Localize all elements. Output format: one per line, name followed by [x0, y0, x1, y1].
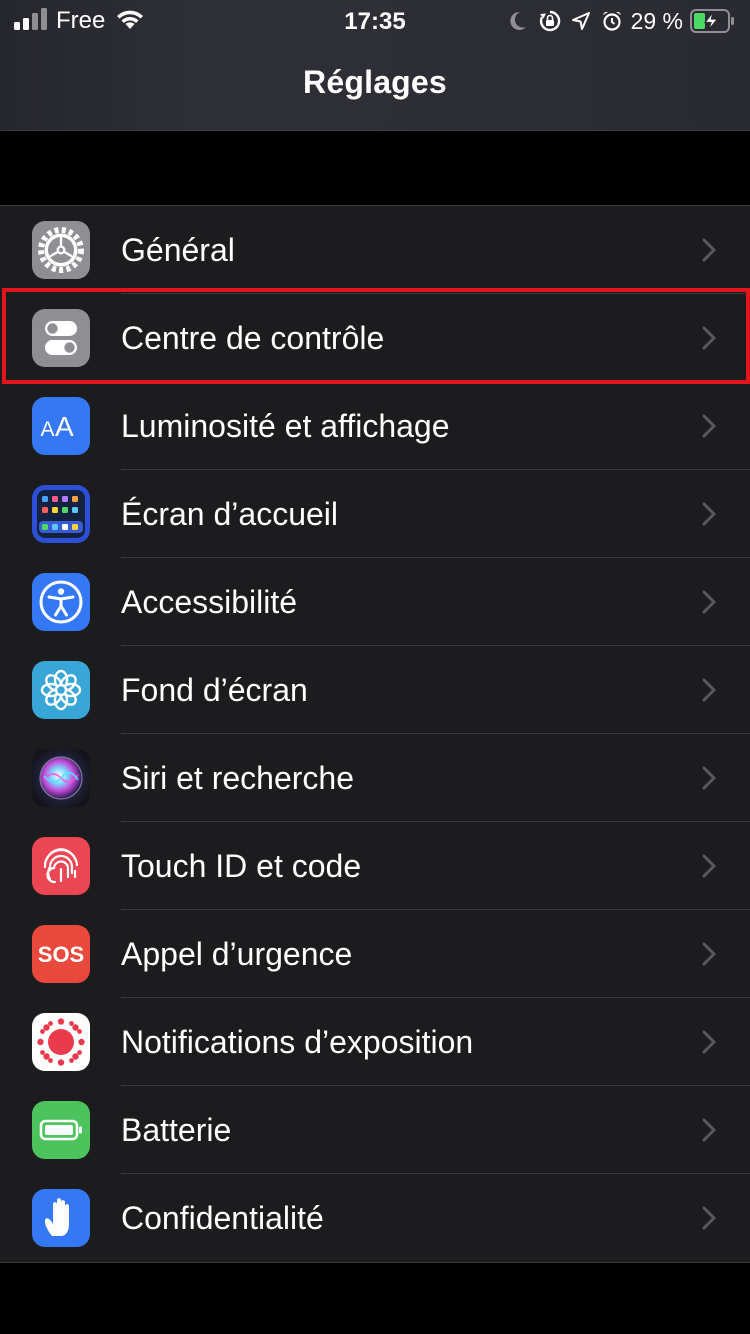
status-bar: Free 17:35 29 % [0, 0, 750, 44]
chevron-right-icon [702, 1206, 716, 1230]
settings-screen: Free 17:35 29 % Réglages Général Centre … [0, 0, 750, 1334]
chevron-right-icon [702, 766, 716, 790]
settings-row-label: Siri et recherche [121, 760, 354, 796]
settings-row-accessibility[interactable]: Accessibilité [0, 558, 750, 646]
home-screen-icon [32, 485, 90, 543]
siri-icon [32, 749, 90, 807]
header: Free 17:35 29 % Réglages [0, 0, 750, 131]
chevron-right-icon [702, 326, 716, 350]
chevron-right-icon [702, 414, 716, 438]
chevron-right-icon [702, 502, 716, 526]
battery-percent: 29 % [630, 7, 683, 34]
settings-row-label: Fond d’écran [121, 672, 308, 708]
settings-row-battery[interactable]: Batterie [0, 1086, 750, 1174]
chevron-right-icon [702, 942, 716, 966]
fingerprint-icon [32, 837, 90, 895]
settings-row-display[interactable]: A A Luminosité et affichage [0, 382, 750, 470]
chevron-right-icon [702, 1030, 716, 1054]
page-title: Réglages [303, 64, 447, 100]
settings-list: Général Centre de contrôle A A Luminosit… [0, 205, 750, 1263]
settings-row-label: Appel d’urgence [121, 936, 353, 972]
settings-row-label: Écran d’accueil [121, 496, 338, 532]
aa-text: A [41, 418, 55, 441]
alarm-icon [601, 10, 623, 32]
battery-icon [32, 1101, 90, 1159]
chevron-right-icon [702, 678, 716, 702]
sos-text: SOS [38, 942, 84, 967]
settings-row-wallpaper[interactable]: Fond d’écran [0, 646, 750, 734]
chevron-right-icon [702, 238, 716, 262]
chevron-right-icon [702, 1118, 716, 1142]
settings-row-label: Batterie [121, 1112, 232, 1148]
settings-row-privacy[interactable]: Confidentialité [0, 1174, 750, 1262]
settings-row-touch-id[interactable]: Touch ID et code [0, 822, 750, 910]
toggles-icon [32, 309, 90, 367]
svg-text:A: A [55, 411, 74, 442]
settings-row-label: Centre de contrôle [121, 320, 385, 356]
settings-row-label: Touch ID et code [121, 848, 362, 884]
chevron-right-icon [702, 590, 716, 614]
settings-row-label: Luminosité et affichage [121, 408, 450, 444]
settings-row-label: Général [121, 232, 235, 268]
exposure-icon [32, 1013, 90, 1071]
gear-icon [32, 221, 90, 279]
text-size-icon: A A [32, 397, 90, 455]
orientation-lock-icon [539, 10, 561, 32]
settings-row-label: Notifications d’exposition [121, 1024, 474, 1060]
settings-row-home-screen[interactable]: Écran d’accueil [0, 470, 750, 558]
settings-row-siri[interactable]: Siri et recherche [0, 734, 750, 822]
settings-row-emergency-sos[interactable]: SOS Appel d’urgence [0, 910, 750, 998]
settings-row-control-center[interactable]: Centre de contrôle [0, 294, 750, 382]
settings-row-label: Confidentialité [121, 1200, 324, 1236]
settings-row-label: Accessibilité [121, 584, 298, 620]
status-right: 29 % [507, 7, 736, 35]
accessibility-icon [32, 573, 90, 631]
settings-row-general[interactable]: Général [0, 206, 750, 294]
location-icon [571, 11, 591, 31]
moon-icon [507, 10, 527, 32]
battery-charging-icon [690, 9, 736, 33]
wallpaper-flower-icon [32, 661, 90, 719]
sos-icon: SOS [32, 925, 90, 983]
settings-row-exposure-notifications[interactable]: Notifications d’exposition [0, 998, 750, 1086]
hand-icon [32, 1189, 90, 1247]
chevron-right-icon [702, 854, 716, 878]
